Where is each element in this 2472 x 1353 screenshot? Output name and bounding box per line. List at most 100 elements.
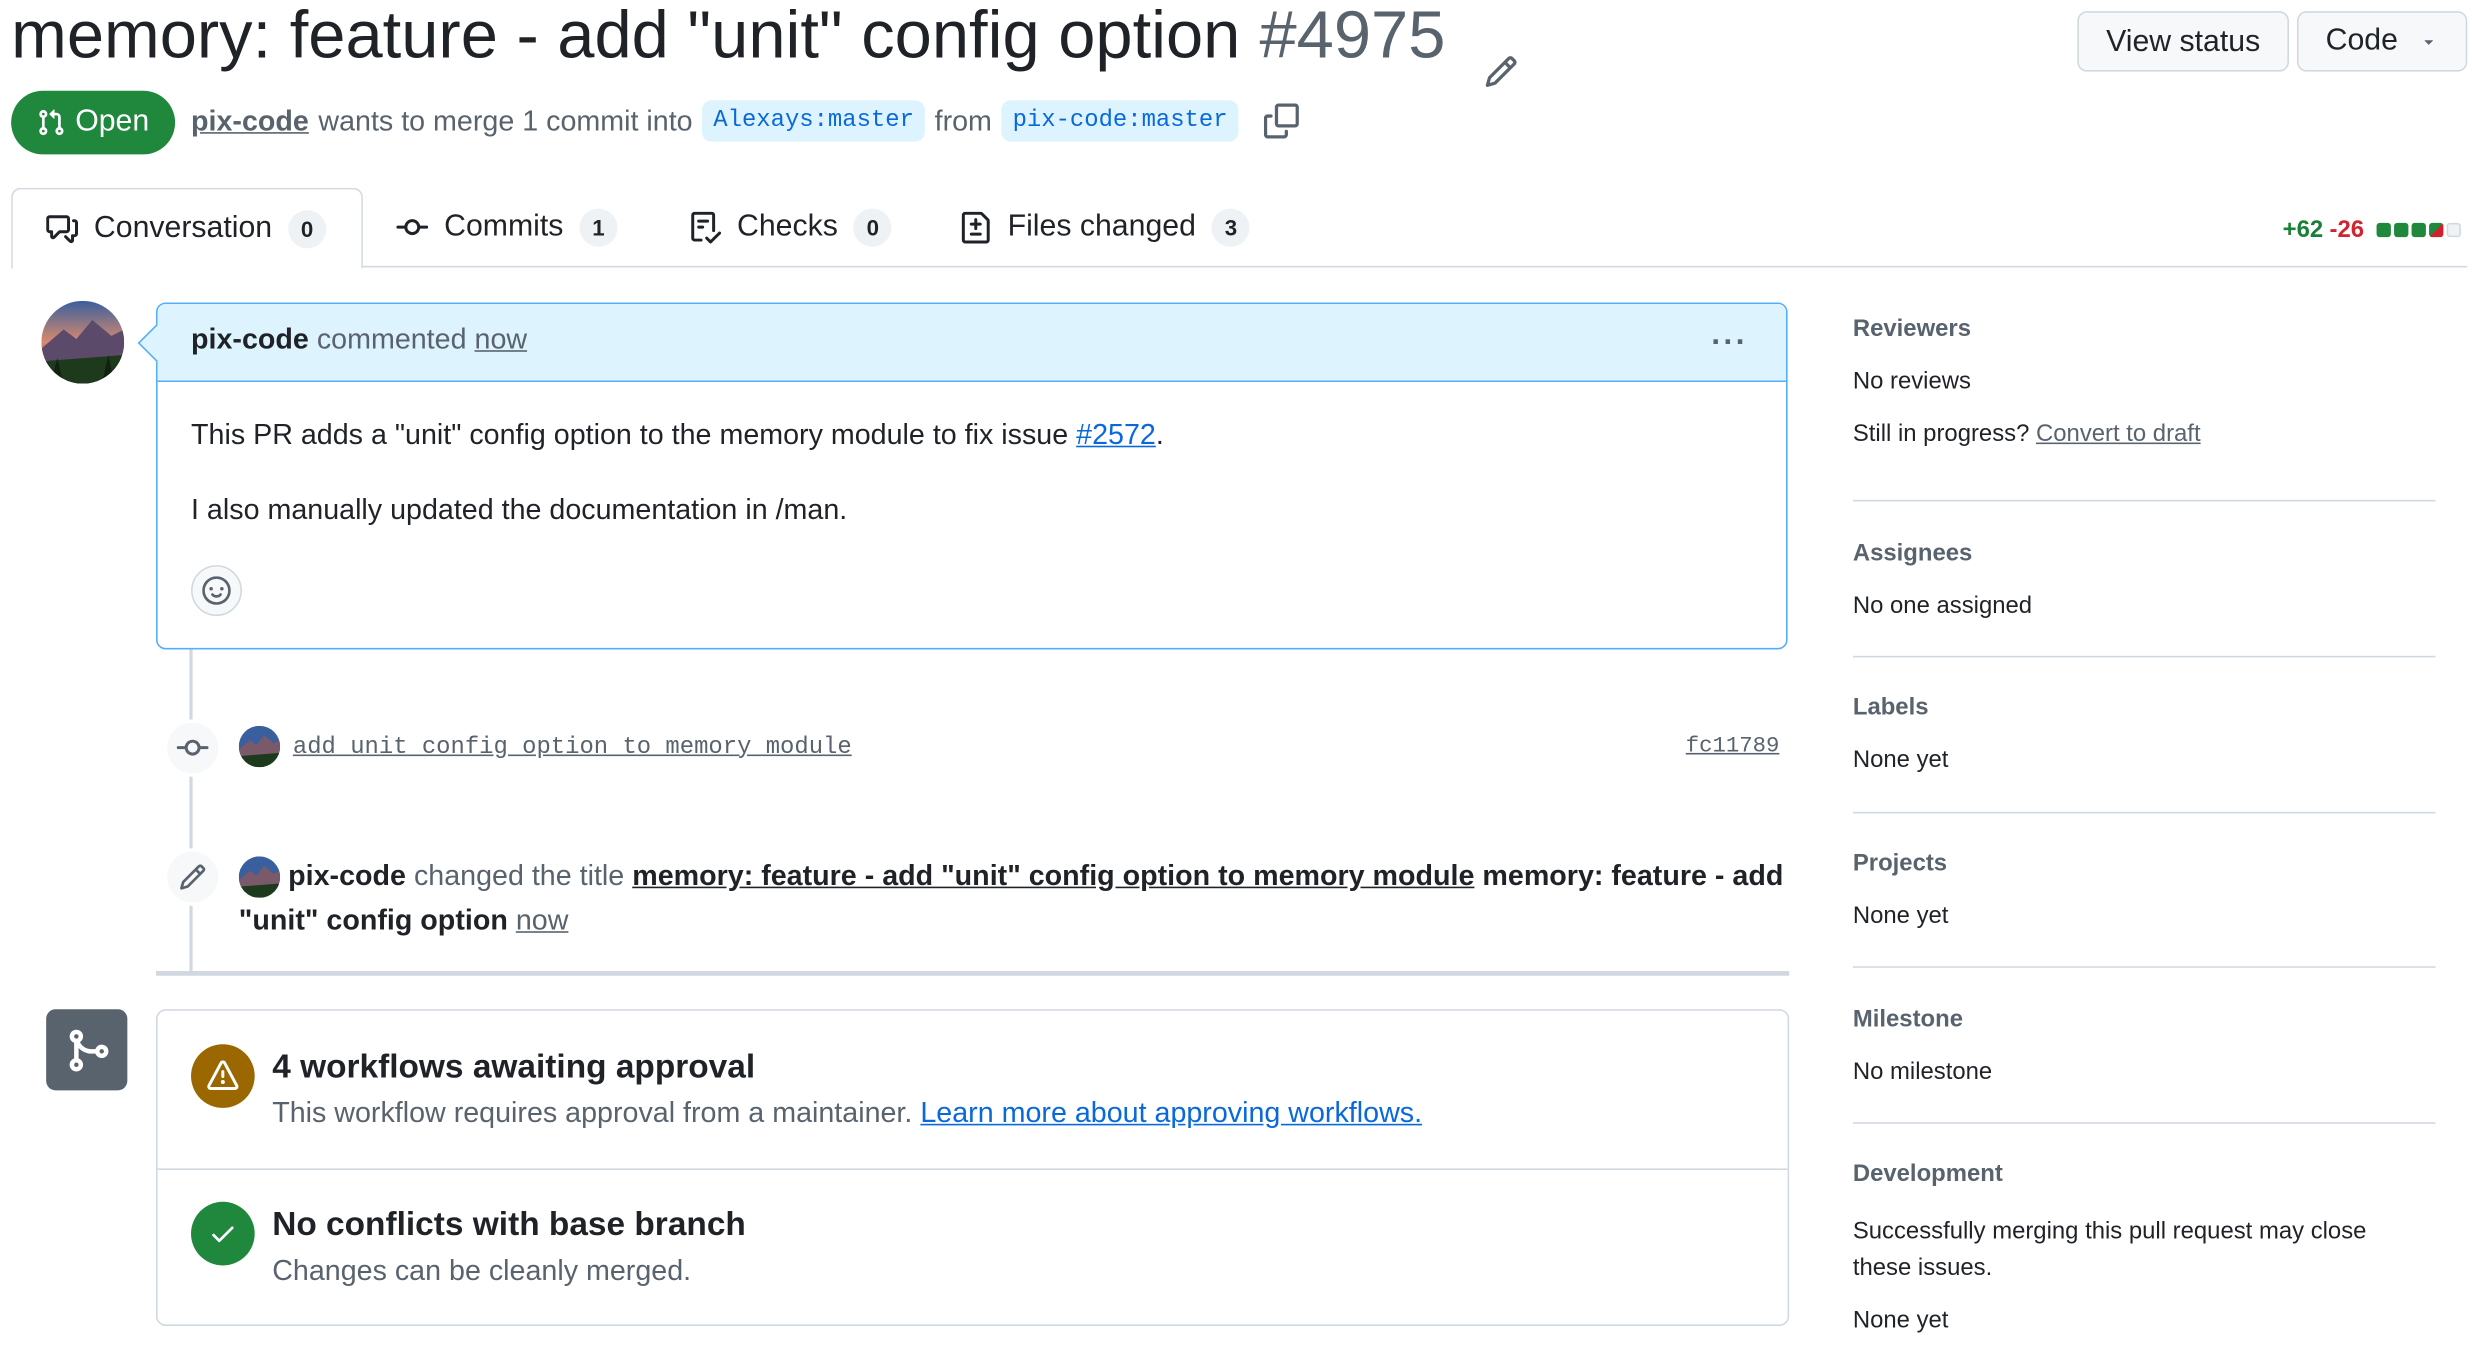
tab-checks-count: 0 (853, 208, 892, 247)
timeline-line (189, 649, 193, 971)
rename-action: changed the title (413, 859, 625, 892)
pr-number: #4975 (1259, 0, 1446, 72)
tab-checks[interactable]: Checks 0 (656, 188, 926, 268)
git-pull-request-icon (39, 109, 64, 136)
diff-deletions: -26 (2329, 216, 2365, 244)
smiley-icon (202, 576, 231, 605)
rename-time[interactable]: now (516, 905, 569, 937)
diffstat: +62 -26 (2282, 216, 2462, 244)
sidebar-milestone-value: No milestone (1852, 1058, 1993, 1086)
tab-conversation-count: 0 (288, 209, 327, 248)
sidebar-assignees-value: No one assigned (1852, 592, 2033, 620)
merge-box: 4 workflows awaiting approval This workf… (155, 1009, 1790, 1326)
pencil-icon[interactable] (1483, 22, 1518, 87)
diffstat-square (2411, 222, 2427, 238)
sidebar-assignees-heading[interactable]: Assignees (1853, 540, 1972, 567)
sidebar-divider (1852, 1122, 2436, 1124)
author-avatar[interactable] (41, 300, 125, 384)
sidebar-projects-value: None yet (1852, 902, 1949, 930)
commit-message-link[interactable]: add unit config option to memory module (293, 733, 852, 760)
base-branch[interactable]: Alexays:master (702, 100, 926, 142)
diffstat-square (2376, 222, 2392, 238)
from-text: from (934, 105, 992, 137)
sidebar-draft-line: Still in progress? Convert to draft (1853, 420, 2201, 447)
merge-box-divider (157, 1168, 1788, 1170)
copy-icon[interactable] (1264, 103, 1300, 139)
git-merge-icon (46, 1009, 128, 1091)
tab-conversation[interactable]: Conversation 0 (11, 187, 363, 270)
diffstat-bar (2376, 222, 2462, 238)
timeline-end-divider (155, 970, 1790, 976)
diffstat-square (2429, 222, 2444, 238)
diffstat-square (2394, 222, 2409, 238)
comment-author-line: pix-code commented now (191, 323, 527, 356)
sidebar-milestone-heading[interactable]: Milestone (1853, 1006, 1963, 1033)
page-title: memory: feature - add "unit" config opti… (11, 0, 1518, 87)
sidebar-divider (1852, 499, 2436, 502)
sidebar-divider (1852, 966, 2436, 968)
commit-author-avatar[interactable] (238, 725, 281, 768)
comment-time[interactable]: now (475, 323, 528, 355)
sidebar-reviewers-value: No reviews (1852, 367, 1971, 395)
add-reaction-button[interactable] (191, 565, 242, 617)
merge-text: wants to merge 1 commit into (318, 105, 693, 137)
diffstat-square (2446, 222, 2462, 238)
head-branch[interactable]: pix-code:master (1001, 100, 1239, 142)
commit-sha-link[interactable]: fc11789 (1686, 734, 1780, 759)
git-commit-icon (396, 219, 429, 236)
sidebar-divider (1852, 811, 2436, 814)
issue-link[interactable]: #2572 (1076, 419, 1156, 451)
state-badge: Open (11, 90, 176, 155)
commit-event: add unit config option to memory module (238, 725, 852, 768)
rename-author-avatar[interactable] (238, 856, 281, 899)
code-button-label: Code (2325, 23, 2398, 58)
sidebar-reviewers-heading[interactable]: Reviewers (1853, 315, 1971, 342)
sidebar-development-desc: Successfully merging this pull request m… (1852, 1217, 2367, 1282)
sidebar-labels-heading[interactable]: Labels (1853, 694, 1929, 721)
conflicts-title: No conflicts with base branch (272, 1206, 746, 1244)
pr-title: memory: feature - add "unit" config opti… (11, 0, 1241, 72)
tab-conversation-label: Conversation (93, 210, 273, 245)
alert-icon (191, 1044, 255, 1108)
convert-to-draft-link[interactable]: Convert to draft (2036, 420, 2201, 447)
comment-header: pix-code commented now ··· (157, 304, 1786, 383)
tab-commits-label: Commits (444, 210, 564, 244)
rename-author[interactable]: pix-code (288, 860, 406, 892)
file-diff-icon (961, 211, 990, 244)
pr-description-comment: pix-code commented now ··· This PR adds … (137, 302, 1788, 650)
git-commit-icon (163, 719, 222, 777)
tab-files-count: 3 (1211, 208, 1251, 247)
check-icon (191, 1201, 255, 1266)
workflows-desc-text: This workflow requires approval from a m… (272, 1096, 913, 1129)
sidebar-projects-heading[interactable]: Projects (1853, 850, 1947, 877)
sidebar-divider (1852, 655, 2436, 658)
comment-author[interactable]: pix-code (191, 323, 309, 355)
pr-meta: pix-code wants to merge 1 commit into Al… (191, 97, 1300, 145)
comment-line-1: This PR adds a "unit" config option to t… (191, 419, 1164, 452)
tab-commits[interactable]: Commits 1 (363, 188, 651, 268)
author-link[interactable]: pix-code (191, 97, 309, 145)
sidebar-development-value: None yet (1852, 1306, 1949, 1334)
state-label: Open (75, 105, 150, 139)
workflows-desc: This workflow requires approval from a m… (272, 1097, 1422, 1130)
workflows-title: 4 workflows awaiting approval (272, 1048, 756, 1086)
draft-question: Still in progress? (1852, 420, 2030, 448)
diff-additions: +62 (2282, 216, 2324, 244)
triangle-down-icon (2425, 40, 2434, 45)
kebab-horizontal-icon[interactable]: ··· (1711, 326, 1748, 358)
tab-files-changed[interactable]: Files changed 3 (926, 188, 1283, 268)
old-title: memory: feature - add "unit" config opti… (632, 859, 1475, 892)
pencil-icon (163, 848, 222, 906)
rename-event: pix-code changed the title memory: featu… (238, 853, 1791, 943)
comment-discussion-icon (46, 214, 78, 243)
sidebar-development-heading[interactable]: Development (1853, 1160, 2003, 1187)
comment-line-2: I also manually updated the documentatio… (191, 493, 848, 526)
code-button[interactable]: Code (2296, 11, 2468, 72)
checklist-icon (691, 211, 722, 244)
view-status-button[interactable]: View status (2077, 11, 2290, 72)
learn-more-workflows-link[interactable]: Learn more about approving workflows. (920, 1097, 1422, 1129)
tab-commits-count: 1 (579, 208, 618, 247)
comment-line-1-end: . (1155, 418, 1164, 451)
comment-line-1-text: This PR adds a "unit" config option to t… (191, 418, 1077, 451)
conflicts-desc: Changes can be cleanly merged. (272, 1254, 692, 1287)
